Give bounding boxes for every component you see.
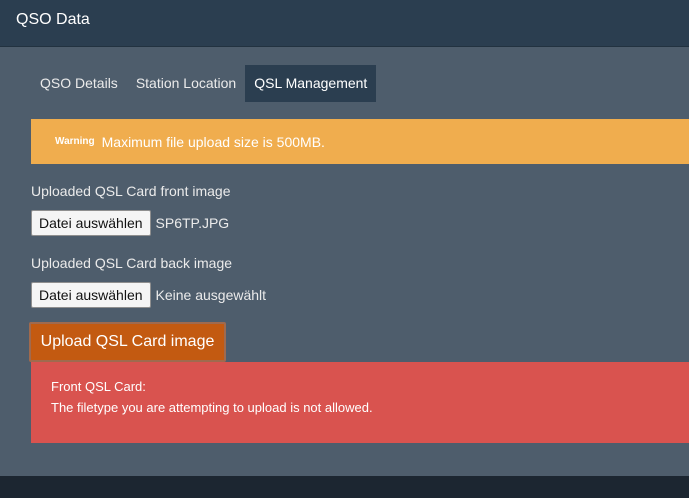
front-file-name: SP6TP.JPG	[155, 215, 230, 231]
upload-qsl-card-button[interactable]: Upload QSL Card image	[29, 322, 226, 362]
error-message: The filetype you are attempting to uploa…	[51, 400, 373, 415]
warning-badge: Warning	[55, 136, 95, 147]
back-image-label: Uploaded QSL Card back image	[31, 255, 233, 271]
qso-data-modal: QSO Data QSO Details Station Location QS…	[0, 0, 689, 476]
upload-error-alert: Front QSL Card: The filetype you are att…	[31, 362, 689, 443]
back-file-name: Keine ausgewählt	[155, 287, 267, 303]
front-image-label: Uploaded QSL Card front image	[31, 183, 231, 199]
modal-header: QSO Data	[0, 0, 689, 47]
upload-size-warning: Warning Maximum file upload size is 500M…	[31, 119, 689, 164]
tab-station-location[interactable]: Station Location	[127, 65, 245, 102]
warning-text: Maximum file upload size is 500MB.	[101, 133, 325, 150]
error-title: Front QSL Card:	[51, 379, 146, 394]
front-image-file-input: Datei auswählen SP6TP.JPG	[31, 210, 229, 236]
back-choose-file-button[interactable]: Datei auswählen	[31, 282, 151, 308]
front-choose-file-button[interactable]: Datei auswählen	[31, 210, 151, 236]
modal-title: QSO Data	[16, 11, 90, 28]
tab-qso-details[interactable]: QSO Details	[31, 65, 127, 102]
tab-bar: QSO Details Station Location QSL Managem…	[31, 65, 377, 102]
back-image-file-input: Datei auswählen Keine ausgewählt	[31, 282, 266, 308]
tab-qsl-management[interactable]: QSL Management	[245, 65, 377, 102]
modal-footer-band	[0, 476, 689, 498]
